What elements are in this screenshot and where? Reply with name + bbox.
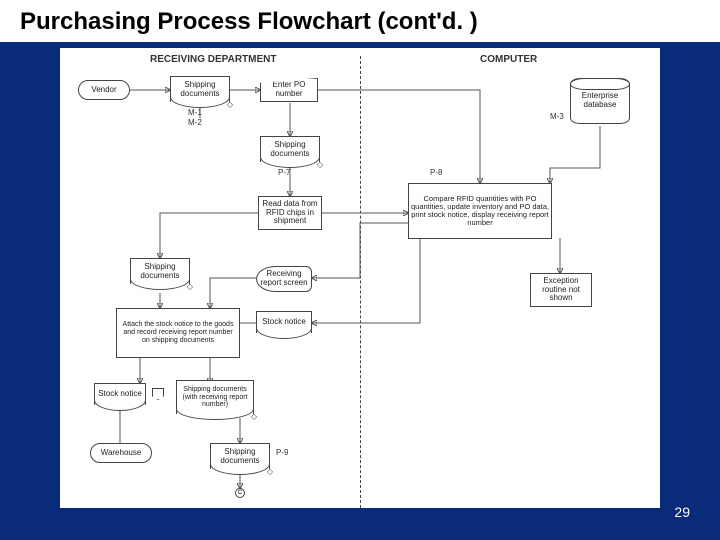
connector-c: C [235,488,245,498]
label-p8: P-8 [430,168,442,177]
display-receiving-report: Receiving report screen [256,266,312,292]
process-exception-routine: Exception routine not shown [530,273,592,307]
column-header-receiving: RECEIVING DEPARTMENT [150,54,277,65]
process-read-rfid: Read data from RFID chips in shipment [258,196,322,230]
manual-enter-po: Enter PO number [260,78,318,102]
label-m2: M-2 [188,118,202,127]
doc-stock-notice-1: Stock notice [256,311,312,333]
terminator-warehouse: Warehouse [90,443,152,463]
doc-shipping-1: Shipping documents [170,76,230,102]
label-p7: P-7 [278,168,290,177]
label-m1: M-1 [188,108,202,117]
doc-shipping-3: Shipping documents [130,258,190,284]
offpage-connector-1 [152,388,164,400]
datastore-enterprise-db: Enterprise database [570,78,630,124]
flowchart-canvas: RECEIVING DEPARTMENT COMPUTER [60,48,660,508]
process-attach-stock-notice: Attach the stock notice to the goods and… [116,308,240,358]
page-number: 29 [674,504,690,520]
doc-stock-notice-2: Stock notice [94,383,146,405]
slide-title: Purchasing Process Flowchart (cont'd. ) [0,0,720,42]
doc-shipping-5: Shipping documents [210,443,270,469]
label-m3: M-3 [550,112,564,121]
doc-shipping-2: Shipping documents [260,136,320,162]
process-compare-rfid: Compare RFID quantities with PO quantiti… [408,183,552,239]
lane-divider [360,56,361,508]
doc-shipping-4: Shipping documents (with receiving repor… [176,380,254,414]
column-header-computer: COMPUTER [480,54,537,65]
terminator-vendor: Vendor [78,80,130,100]
label-p9: P-9 [276,448,288,457]
